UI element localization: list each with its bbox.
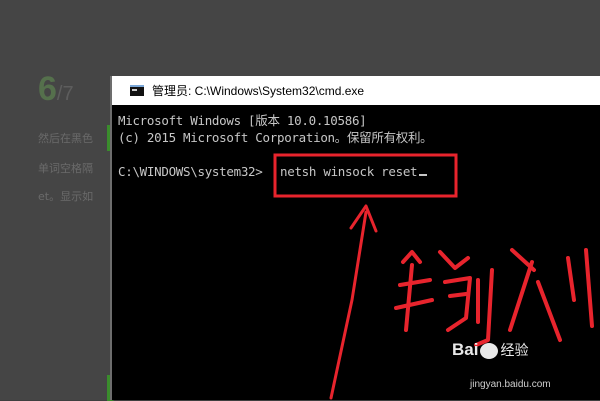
cmd-icon	[130, 85, 144, 96]
step-indicator: 6/7	[38, 70, 74, 109]
title-bar[interactable]: 管理员: C:\Windows\System32\cmd.exe	[112, 76, 600, 105]
step-current: 6	[38, 70, 57, 108]
baidu-watermark: Bai 经验	[452, 340, 528, 360]
watermark-suffix: 经验	[500, 343, 529, 359]
text-cursor	[419, 174, 428, 176]
step-total: /7	[56, 83, 74, 105]
command-text: netsh winsock reset	[280, 164, 418, 179]
window-title: 管理员: C:\Windows\System32\cmd.exe	[152, 84, 365, 98]
article-line: et。显示如	[38, 190, 94, 203]
paw-icon	[480, 342, 499, 359]
command-prompt: C:\WINDOWS\system32>	[118, 164, 263, 179]
watermark-brand: Bai	[452, 340, 479, 359]
command-input[interactable]: netsh winsock reset	[280, 164, 428, 179]
console-line: (c) 2015 Microsoft Corporation。保留所有权利。	[118, 130, 433, 145]
article-line: 然后在黑色	[38, 132, 93, 145]
article-line: 单词空格隔	[38, 162, 93, 175]
watermark-url: jingyan.baidu.com	[470, 379, 551, 390]
